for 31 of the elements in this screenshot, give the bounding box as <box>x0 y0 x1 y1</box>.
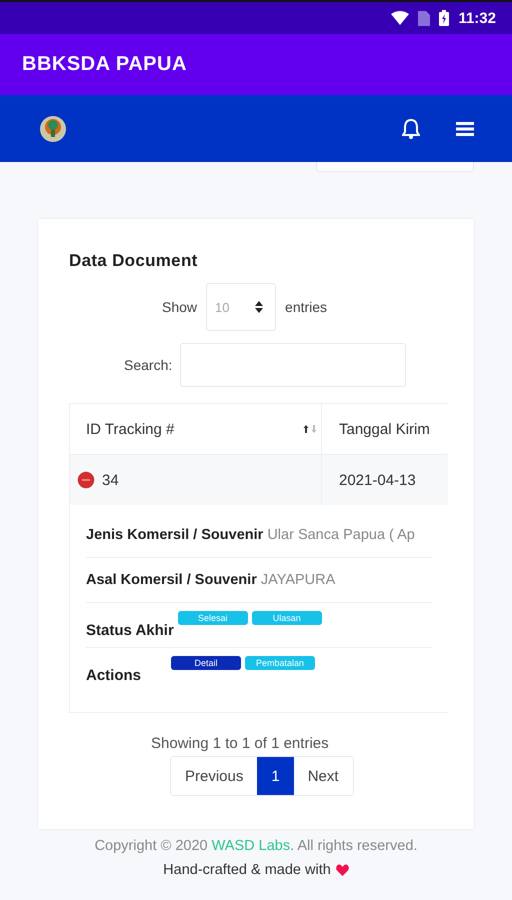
detail-label: Actions <box>86 667 142 684</box>
emblem-logo-icon[interactable] <box>39 114 67 142</box>
status-badge: Ulasan <box>252 611 322 625</box>
credit-text: Hand-crafted & made with <box>163 862 331 878</box>
show-label: Show <box>162 299 198 315</box>
detail-text: Jenis Komersil / Souvenir Ular Sanca Papua ( Ap <box>86 527 415 543</box>
card-title: Data Document <box>69 251 199 271</box>
search-label: Search: <box>124 357 172 373</box>
detail-text: Asal Komersil / Souvenir JAYAPURA <box>86 572 336 588</box>
menu-icon[interactable] <box>456 122 474 136</box>
status-badge: Selesai <box>178 611 248 625</box>
sort-arrows-icon <box>303 424 317 434</box>
collapse-toggle-icon[interactable] <box>76 470 96 490</box>
detail-label: Status Akhir <box>86 622 174 639</box>
app-title: BBKSDA PAPUA <box>22 53 187 76</box>
table-cell: 34 <box>70 455 322 505</box>
wifi-icon <box>391 11 410 25</box>
copyright-text: Copyright © 2020 WASD Labs. All rights reserved. <box>94 838 418 854</box>
search-field[interactable] <box>180 343 406 387</box>
updown-caret-icon <box>255 301 264 313</box>
table-cell-text: 2021-04-13 <box>338 470 417 490</box>
column-header[interactable]: Tanggal Kirim <box>322 404 448 454</box>
battery-icon <box>439 10 450 26</box>
clock-time: 11:32 <box>458 10 496 26</box>
status-badge[interactable]: Detail <box>171 656 242 670</box>
heart-icon <box>336 864 349 876</box>
no-sim-icon <box>418 10 430 26</box>
entries-info: Showing 1 to 1 of 1 entries <box>151 735 330 752</box>
entries-label: entries <box>285 299 328 315</box>
bell-icon[interactable] <box>402 118 420 138</box>
page-button[interactable]: 1 <box>257 757 294 795</box>
